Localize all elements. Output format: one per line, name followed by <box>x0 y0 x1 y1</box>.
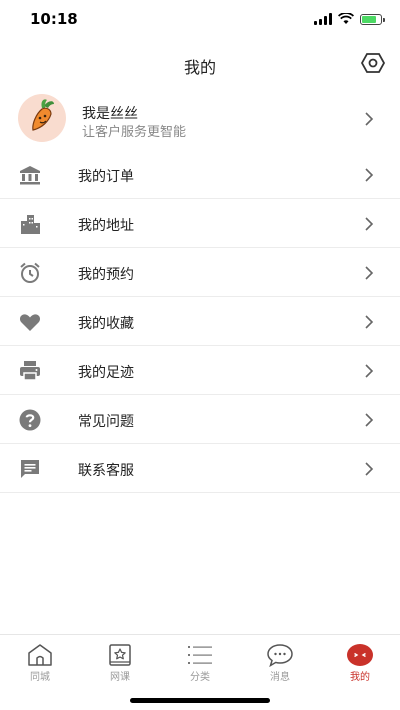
tab-mine[interactable]: 我的 <box>320 635 400 687</box>
buildings-icon <box>21 215 40 234</box>
tab-label: 分类 <box>190 672 210 683</box>
profile-subtitle: 让客户服务更智能 <box>82 125 187 140</box>
menu-item-label: 我的收藏 <box>78 316 134 332</box>
chevron-right-icon <box>365 413 374 427</box>
signal-icon <box>314 13 332 25</box>
tab-messages[interactable]: 消息 <box>240 635 320 687</box>
printer-icon <box>20 361 40 381</box>
chevron-right-icon <box>365 462 374 476</box>
menu-item-faq[interactable]: 常见问题 <box>0 395 400 444</box>
menu-item-label: 我的地址 <box>78 218 134 234</box>
menu-item-favorites[interactable]: 我的收藏 <box>0 297 400 346</box>
home-indicator <box>130 698 270 703</box>
menu-item-address[interactable]: 我的地址 <box>0 199 400 248</box>
menu-item-label: 常见问题 <box>78 414 134 430</box>
chat-bubble-icon <box>267 644 293 667</box>
chevron-right-icon <box>365 168 374 182</box>
wifi-icon <box>338 13 354 24</box>
menu-item-label: 我的足迹 <box>78 365 134 381</box>
tab-courses[interactable]: 网课 <box>80 635 160 687</box>
menu-item-appointments[interactable]: 我的预约 <box>0 248 400 297</box>
status-time: 10:18 <box>30 10 78 28</box>
list-icon <box>188 646 212 664</box>
menu-item-support[interactable]: 联系客服 <box>0 444 400 493</box>
chevron-right-icon <box>365 112 374 126</box>
chevron-right-icon <box>365 364 374 378</box>
profile-face-icon <box>347 644 373 666</box>
tab-label: 我的 <box>350 672 370 683</box>
star-book-icon <box>109 644 131 666</box>
menu-list: 我的订单 我的地址 我的预约 我的收藏 我的足迹 常见问题 联系客服 <box>0 150 400 493</box>
bank-icon <box>20 166 40 185</box>
settings-button[interactable] <box>360 50 386 76</box>
tab-local[interactable]: 同城 <box>0 635 80 687</box>
menu-item-orders[interactable]: 我的订单 <box>0 150 400 199</box>
tab-bar: 同城 网课 分类 消息 我的 <box>0 634 400 687</box>
help-icon <box>19 409 41 431</box>
nav-bar: 我的 <box>0 42 400 86</box>
page-title: 我的 <box>183 58 216 77</box>
chevron-right-icon <box>365 315 374 329</box>
status-icons <box>314 13 385 25</box>
menu-item-label: 联系客服 <box>78 463 134 479</box>
chat-message-icon <box>21 460 39 478</box>
tab-categories[interactable]: 分类 <box>160 635 240 687</box>
menu-item-label: 我的预约 <box>78 267 134 283</box>
profile-row[interactable]: 我是丝丝 让客户服务更智能 <box>0 94 400 146</box>
chevron-right-icon <box>365 217 374 231</box>
battery-icon <box>360 13 385 25</box>
home-icon <box>28 644 52 666</box>
profile-name: 我是丝丝 <box>82 106 138 122</box>
avatar[interactable] <box>18 94 66 142</box>
tab-label: 同城 <box>30 672 50 683</box>
menu-item-footprints[interactable]: 我的足迹 <box>0 346 400 395</box>
tab-label: 消息 <box>270 672 290 683</box>
menu-item-label: 我的订单 <box>78 169 134 185</box>
heart-icon <box>19 314 41 331</box>
chevron-right-icon <box>365 266 374 280</box>
tab-label: 网课 <box>110 672 130 683</box>
settings-hexagon-icon <box>360 53 386 73</box>
carrot-avatar-icon <box>32 99 54 131</box>
status-bar: 10:18 <box>0 0 400 40</box>
alarm-clock-icon <box>20 262 40 283</box>
